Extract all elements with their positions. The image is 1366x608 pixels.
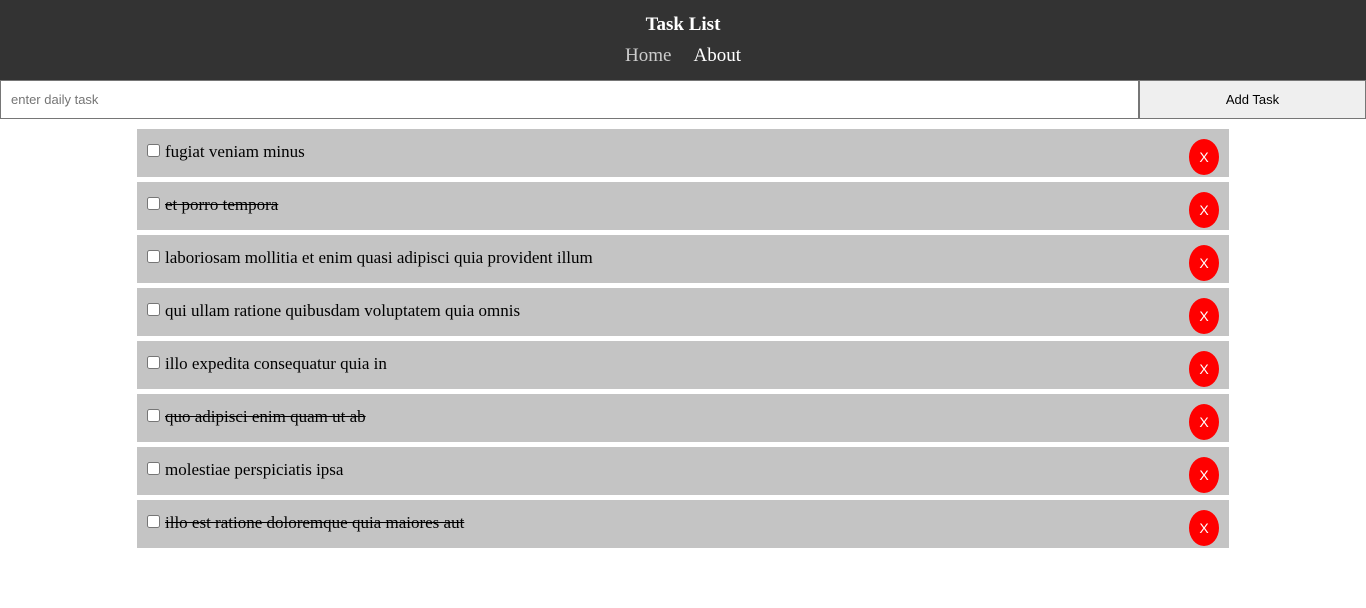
task-checkbox[interactable]	[147, 144, 160, 157]
task-item: illo est ratione doloremque quia maiores…	[137, 500, 1229, 548]
delete-task-button[interactable]: X	[1189, 510, 1219, 546]
task-item: illo expedita consequatur quia in X	[137, 341, 1229, 389]
task-item: quo adipisci enim quam ut ab X	[137, 394, 1229, 442]
delete-task-button[interactable]: X	[1189, 298, 1219, 334]
task-checkbox[interactable]	[147, 409, 160, 422]
delete-task-button[interactable]: X	[1189, 457, 1219, 493]
task-title: et porro tempora	[165, 195, 279, 214]
task-title: laboriosam mollitia et enim quasi adipis…	[165, 248, 593, 267]
task-title: illo est ratione doloremque quia maiores…	[165, 513, 465, 532]
delete-task-button[interactable]: X	[1189, 139, 1219, 175]
task-checkbox[interactable]	[147, 515, 160, 528]
delete-task-button[interactable]: X	[1189, 245, 1219, 281]
delete-task-button[interactable]: X	[1189, 192, 1219, 228]
nav-link-home[interactable]: Home	[625, 44, 671, 68]
main-nav: Home About	[0, 44, 1366, 68]
page-title: Task List	[645, 14, 721, 35]
task-item: qui ullam ratione quibusdam voluptatem q…	[137, 288, 1229, 336]
task-checkbox[interactable]	[147, 356, 160, 369]
task-title: fugiat veniam minus	[165, 142, 305, 161]
task-item: laboriosam mollitia et enim quasi adipis…	[137, 235, 1229, 283]
add-task-button[interactable]: Add Task	[1139, 80, 1366, 119]
task-checkbox[interactable]	[147, 303, 160, 316]
task-item: molestiae perspiciatis ipsa X	[137, 447, 1229, 495]
task-checkbox[interactable]	[147, 462, 160, 475]
delete-task-button[interactable]: X	[1189, 404, 1219, 440]
task-checkbox[interactable]	[147, 250, 160, 263]
delete-task-button[interactable]: X	[1189, 351, 1219, 387]
task-item: et porro tempora X	[137, 182, 1229, 230]
nav-link-about[interactable]: About	[693, 44, 741, 68]
task-checkbox[interactable]	[147, 197, 160, 210]
task-title: quo adipisci enim quam ut ab	[165, 407, 366, 426]
task-item: fugiat veniam minus X	[137, 129, 1229, 177]
add-task-form: Add Task	[0, 80, 1366, 119]
task-input[interactable]	[0, 80, 1139, 119]
task-title: molestiae perspiciatis ipsa	[165, 460, 344, 479]
task-title: qui ullam ratione quibusdam voluptatem q…	[165, 301, 521, 320]
task-title: illo expedita consequatur quia in	[165, 354, 387, 373]
app-header: Task List Home About	[0, 0, 1366, 80]
task-list: fugiat veniam minus X et porro tempora X…	[137, 129, 1229, 553]
